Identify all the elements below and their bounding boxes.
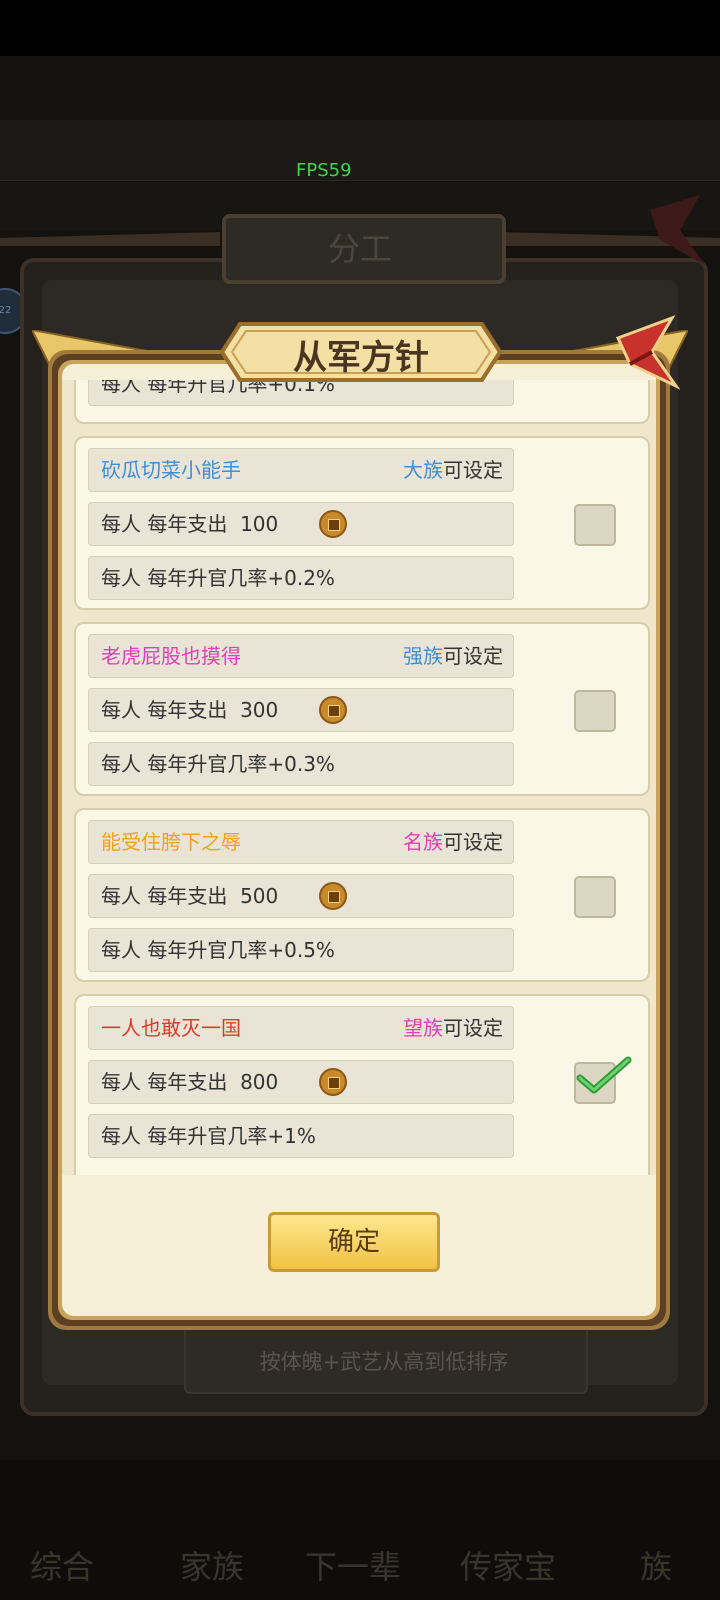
coin-icon: [319, 696, 347, 724]
coin-icon: [319, 1068, 347, 1096]
policy-list[interactable]: 每人 每年升官几率+0.1% 砍瓜切菜小能手 大族可设定 每人 每年支出 100…: [62, 380, 656, 1175]
policy-card: 砍瓜切菜小能手 大族可设定 每人 每年支出 100 每人 每年升官几率+0.2%: [74, 436, 650, 610]
cost-value: 100: [240, 512, 279, 536]
policy-tier: 大族: [403, 458, 443, 482]
coin-icon: [319, 510, 347, 538]
promo-text: 每人 每年升官几率+1%: [101, 1124, 316, 1148]
background-stats-bar: [0, 120, 720, 181]
policy-name: 老虎屁股也摸得: [101, 644, 241, 668]
policy-name: 砍瓜切菜小能手: [101, 458, 241, 482]
promo-row: 每人 每年升官几率+0.5%: [88, 928, 514, 972]
policy-checkbox-checked[interactable]: [574, 1056, 632, 1104]
cost-value: 800: [240, 1070, 279, 1094]
promo-row: 每人 每年升官几率+1%: [88, 1114, 514, 1158]
policy-card: 一人也敢灭一国 望族可设定 每人 每年支出 800 每人 每年升官几率+1%: [74, 994, 650, 1175]
cost-row: 每人 每年支出 300: [88, 688, 514, 732]
coin-icon: [319, 882, 347, 910]
policy-card: 老虎屁股也摸得 强族可设定 每人 每年支出 300 每人 每年升官几率+0.3%: [74, 622, 650, 796]
promo-row: 每人 每年升官几率+0.2%: [88, 556, 514, 600]
policy-tier-suffix: 可设定: [443, 1016, 503, 1040]
policy-card: 能受住胯下之辱 名族可设定 每人 每年支出 500 每人 每年升官几率+0.5%: [74, 808, 650, 982]
checkmark-icon: [576, 1056, 632, 1094]
confirm-button[interactable]: 确定: [268, 1212, 440, 1272]
background-close-icon: [650, 195, 705, 265]
policy-header-row: 一人也敢灭一国 望族可设定: [88, 1006, 514, 1050]
nav-item-4: 传家宝: [460, 1548, 557, 1586]
nav-item-2: 家族: [180, 1548, 245, 1586]
cost-label: 每人 每年支出: [101, 1070, 228, 1094]
background-panel-title: 分工: [327, 230, 392, 268]
policy-tier-suffix: 可设定: [443, 458, 503, 482]
promo-row: 每人 每年升官几率+0.3%: [88, 742, 514, 786]
cost-label: 每人 每年支出: [101, 512, 228, 536]
cost-label: 每人 每年支出: [101, 884, 228, 908]
policy-checkbox[interactable]: [574, 876, 616, 918]
policy-header-row: 砍瓜切菜小能手 大族可设定: [88, 448, 514, 492]
policy-tier-suffix: 可设定: [443, 830, 503, 854]
nav-item-5: 族: [640, 1548, 673, 1586]
policy-tier: 名族: [403, 830, 443, 854]
policy-name: 一人也敢灭一国: [101, 1016, 241, 1040]
background-sort-label: 按体魄+武艺从高到低排序: [259, 1350, 509, 1374]
policy-header-row: 能受住胯下之辱 名族可设定: [88, 820, 514, 864]
policy-card-partial: 每人 每年升官几率+0.1%: [74, 380, 650, 424]
close-icon[interactable]: [610, 314, 680, 390]
cost-row: 每人 每年支出 100: [88, 502, 514, 546]
policy-name: 能受住胯下之辱: [101, 830, 241, 854]
policy-checkbox[interactable]: [574, 690, 616, 732]
cost-row: 每人 每年支出 500: [88, 874, 514, 918]
policy-tier: 强族: [403, 644, 443, 668]
nav-item-3: 下一辈: [305, 1548, 402, 1586]
policy-header-row: 老虎屁股也摸得 强族可设定: [88, 634, 514, 678]
cost-value: 500: [240, 884, 279, 908]
policy-tier: 望族: [403, 1016, 443, 1040]
background-bottom-nav: 综合 家族 下一辈 传家宝 族: [0, 1460, 720, 1600]
cost-value: 300: [240, 698, 279, 722]
cost-label: 每人 每年支出: [101, 698, 228, 722]
promo-text: 每人 每年升官几率+0.5%: [101, 938, 335, 962]
fps-counter: FPS59: [296, 160, 352, 181]
nav-item-1: 综合: [30, 1548, 95, 1586]
promo-text: 每人 每年升官几率+0.3%: [101, 752, 335, 776]
policy-tier-suffix: 可设定: [443, 644, 503, 668]
policy-checkbox[interactable]: [574, 504, 616, 546]
cost-row: 每人 每年支出 800: [88, 1060, 514, 1104]
promo-text: 每人 每年升官几率+0.2%: [101, 566, 335, 590]
dialog-title: 从军方针: [293, 338, 429, 378]
